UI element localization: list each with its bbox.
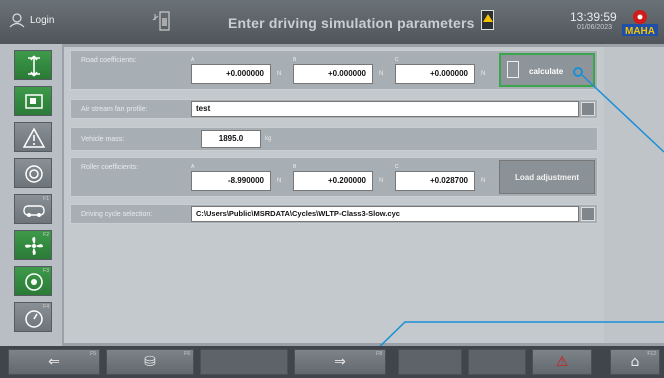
- next-button[interactable]: F8 ⇒: [294, 349, 386, 375]
- roller-b-field[interactable]: +0.200000: [293, 171, 373, 191]
- airstream-row: Air stream fan profile: test: [70, 99, 598, 119]
- road-b-field[interactable]: +0.000000: [293, 64, 373, 84]
- sidebar-item-brake[interactable]: [14, 158, 52, 188]
- calculator-icon: [507, 61, 519, 78]
- road-a-sub: A: [191, 57, 195, 63]
- login-button[interactable]: Login: [8, 12, 54, 28]
- database-button[interactable]: F6 ⛁: [106, 349, 194, 375]
- clock-time: 13:39:59: [570, 10, 617, 24]
- sidebar: F1 F2 F3 F4: [0, 44, 62, 346]
- vehicle-mass-unit: kg: [265, 136, 272, 142]
- empty-button-3[interactable]: [468, 349, 526, 375]
- rotate-icon: [25, 273, 43, 291]
- calculate-button[interactable]: calculate: [499, 53, 595, 87]
- svg-text:MAHA: MAHA: [625, 26, 655, 37]
- road-b-unit: N: [379, 71, 384, 77]
- road-c-sub: C: [395, 57, 399, 63]
- airstream-field[interactable]: test: [191, 101, 579, 117]
- home-button[interactable]: F12 ⌂: [610, 349, 660, 375]
- driving-cycle-label: Driving cycle selection:: [81, 211, 153, 218]
- roller-c-sub: C: [395, 164, 399, 170]
- maha-logo: MAHA: [622, 10, 658, 37]
- bottom-toolbar: F5 ⇐ F6 ⛁ F8 ⇒ ⚠ F12 ⌂: [0, 346, 664, 378]
- empty-button-2[interactable]: [398, 349, 462, 375]
- sidebar-item-lift[interactable]: [14, 50, 52, 80]
- arrow-left-icon: ⇐: [48, 354, 60, 370]
- roller-a-unit: N: [277, 178, 282, 184]
- top-bar: Login Enter driving simulation parameter…: [0, 0, 664, 44]
- road-c-field[interactable]: +0.000000: [395, 64, 475, 84]
- roller-coefficients-label: Roller coefficients:: [81, 164, 139, 171]
- vehicle-mass-field[interactable]: 1895.0: [201, 130, 261, 148]
- road-coefficients-row: Road coefficients: A +0.000000 N B +0.00…: [70, 50, 598, 90]
- database-icon: ⛁: [144, 354, 156, 370]
- fuel-gauge-icon: [152, 11, 170, 31]
- parameters-panel: Road coefficients: A +0.000000 N B +0.00…: [64, 47, 604, 343]
- warning-indicator-icon[interactable]: [481, 10, 494, 30]
- gauge-icon: [25, 310, 43, 328]
- page-title: Enter driving simulation parameters: [228, 15, 475, 31]
- fan-icon: [25, 237, 43, 255]
- document-icon[interactable]: [581, 102, 595, 116]
- lift-icon: [28, 55, 40, 77]
- road-a-field[interactable]: +0.000000: [191, 64, 271, 84]
- monitor-icon: [25, 94, 43, 109]
- roller-coefficients-row: Roller coefficients: A -8.990000 N B +0.…: [70, 157, 598, 197]
- road-coefficients-label: Road coefficients:: [81, 57, 137, 64]
- roller-b-unit: N: [379, 178, 384, 184]
- login-label: Login: [30, 14, 55, 26]
- vehicle-mass-label: Vehicle mass:: [81, 136, 125, 143]
- car-icon: [23, 205, 45, 217]
- clock: 13:39:59 01/06/2023: [570, 10, 617, 31]
- user-icon: [9, 13, 25, 28]
- roller-a-field[interactable]: -8.990000: [191, 171, 271, 191]
- driving-cycle-row: Driving cycle selection: C:\Users\Public…: [70, 204, 598, 224]
- road-a-unit: N: [277, 71, 282, 77]
- vehicle-mass-row: Vehicle mass: 1895.0 kg: [70, 127, 598, 151]
- driving-cycle-field[interactable]: C:\Users\Public\MSRDATA\Cycles\WLTP-Clas…: [191, 206, 579, 222]
- brake-icon: [25, 165, 43, 183]
- road-c-unit: N: [481, 71, 486, 77]
- sidebar-item-monitor[interactable]: [14, 86, 52, 116]
- warning-stop-icon: ⚠: [555, 354, 569, 370]
- sidebar-item-rotate[interactable]: F3: [14, 266, 52, 296]
- sidebar-item-gauge[interactable]: F4: [14, 302, 52, 332]
- clock-date: 01/06/2023: [576, 24, 612, 31]
- save-icon[interactable]: [581, 207, 595, 221]
- calculate-label: calculate: [529, 67, 564, 76]
- sidebar-item-fan[interactable]: F2: [14, 230, 52, 260]
- warning-icon: [22, 127, 46, 148]
- empty-button-1[interactable]: [200, 349, 288, 375]
- roller-a-sub: A: [191, 164, 195, 170]
- right-panel: [604, 47, 664, 343]
- roller-b-sub: B: [293, 164, 297, 170]
- roller-c-unit: N: [481, 178, 486, 184]
- airstream-label: Air stream fan profile:: [81, 106, 148, 113]
- home-icon: ⌂: [630, 354, 640, 370]
- sidebar-item-warning[interactable]: [14, 122, 52, 152]
- stop-warning-button[interactable]: ⚠: [532, 349, 592, 375]
- roller-c-field[interactable]: +0.028700: [395, 171, 475, 191]
- road-b-sub: B: [293, 57, 297, 63]
- back-button[interactable]: F5 ⇐: [8, 349, 100, 375]
- arrow-right-icon: ⇒: [334, 354, 346, 370]
- sidebar-item-car[interactable]: F1: [14, 194, 52, 224]
- load-adjustment-button[interactable]: Load adjustment: [499, 160, 595, 194]
